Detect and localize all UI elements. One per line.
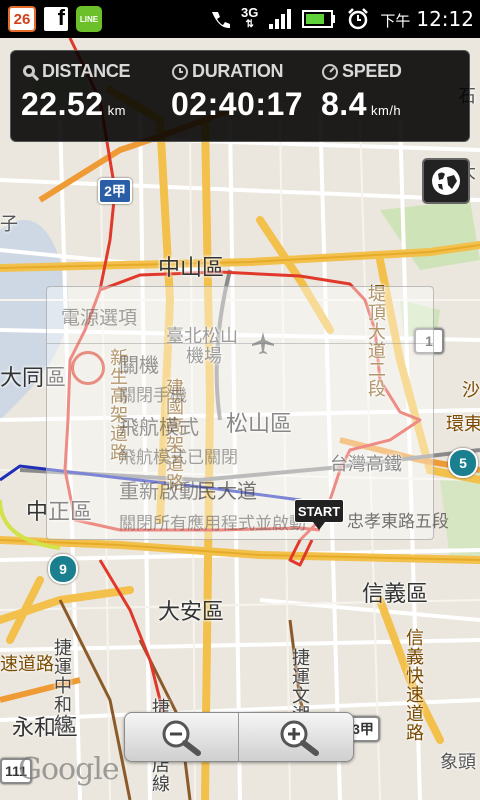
- route-shield-2jia: 2甲: [98, 178, 132, 204]
- zoom-out-icon: [162, 720, 201, 756]
- overlay-option-restart-desc: 關閉所有應用程式並啟動: [119, 514, 306, 534]
- zoom-in-icon: [280, 720, 319, 756]
- overlay-fragment-road: 民大道: [197, 479, 257, 503]
- stat-distance-label: DISTANCE: [42, 61, 131, 81]
- network-type-indicator: 3G ⇅: [241, 5, 259, 30]
- power-options-overlay: 電源選項 關機 關閉手機 飛航模式 飛航模式已關閉 重新啟動 關閉所有應用程式並…: [46, 286, 449, 540]
- zoom-controls: [124, 712, 354, 762]
- road-label-xinyi-exp: 信義快速道路: [403, 628, 424, 742]
- overlay-option-shutdown: 關機: [119, 353, 159, 377]
- road-label-kuaisu: 速道路: [0, 654, 54, 675]
- stat-speed: SPEED 8.4 km/h: [321, 61, 402, 123]
- power-icon: [71, 351, 105, 385]
- facebook-icon: f: [44, 5, 68, 31]
- stat-speed-value: 8.4: [321, 86, 367, 122]
- overlay-option-shutdown-desc: 關閉手機: [119, 386, 187, 406]
- road-label-sha: 沙: [462, 380, 480, 401]
- workout-stats-panel: DISTANCE 22.52 km DURATION 02:40:17 SPEED…: [10, 50, 470, 142]
- signal-strength-icon: [269, 9, 292, 29]
- map-label-zi: 子: [0, 214, 18, 235]
- stat-duration: DURATION 02:40:17: [171, 61, 303, 123]
- overlay-option-restart: 重新啟動: [119, 479, 199, 503]
- route-shield-9: 9: [48, 554, 78, 584]
- overlay-title: 電源選項: [61, 307, 138, 329]
- stat-speed-unit: km/h: [370, 103, 402, 118]
- clock-icon: [172, 63, 188, 80]
- route-shield-5: 5: [448, 448, 478, 478]
- stat-distance-unit: km: [107, 103, 126, 118]
- road-label-huan: 環東: [446, 414, 480, 435]
- stat-duration-label: DURATION: [192, 61, 284, 81]
- line-app-icon: LINE: [76, 6, 102, 32]
- missed-call-icon: [212, 12, 230, 29]
- speedometer-icon: [322, 63, 338, 80]
- map-label-zhongshan: 中山區: [158, 256, 225, 281]
- overlay-fragment-road-2: 忠孝東路五段: [347, 512, 449, 532]
- zoom-in-button[interactable]: [239, 713, 353, 761]
- alarm-clock-icon: [348, 8, 369, 30]
- status-clock: 下午 12:12: [380, 7, 474, 31]
- route-start-marker[interactable]: START: [294, 499, 344, 530]
- battery-icon: [302, 10, 336, 28]
- search-icon: [23, 64, 39, 81]
- map-layer-button[interactable]: [422, 158, 470, 204]
- overlay-option-airplane-desc: 飛航模式已關閉: [119, 448, 238, 468]
- status-bar: 26 f LINE 3G ⇅ 下午 12:12: [0, 0, 480, 38]
- stat-distance-value: 22.52: [21, 86, 104, 122]
- zoom-out-button[interactable]: [125, 713, 239, 761]
- stat-duration-value: 02:40:17: [171, 86, 304, 122]
- map-label-xiang: 象頭: [440, 752, 476, 773]
- stat-speed-label: SPEED: [342, 61, 402, 81]
- notification-count-icon: 26: [8, 6, 36, 32]
- overlay-option-airplane: 飛航模式: [119, 415, 199, 439]
- map-label-daan: 大安區: [158, 600, 225, 625]
- stat-distance: DISTANCE 22.52 km: [21, 61, 131, 123]
- map-label-xinyi: 信義區: [362, 582, 429, 607]
- overlay-divider: [47, 343, 433, 344]
- globe-icon: [432, 167, 460, 195]
- google-attribution: Google: [18, 752, 120, 787]
